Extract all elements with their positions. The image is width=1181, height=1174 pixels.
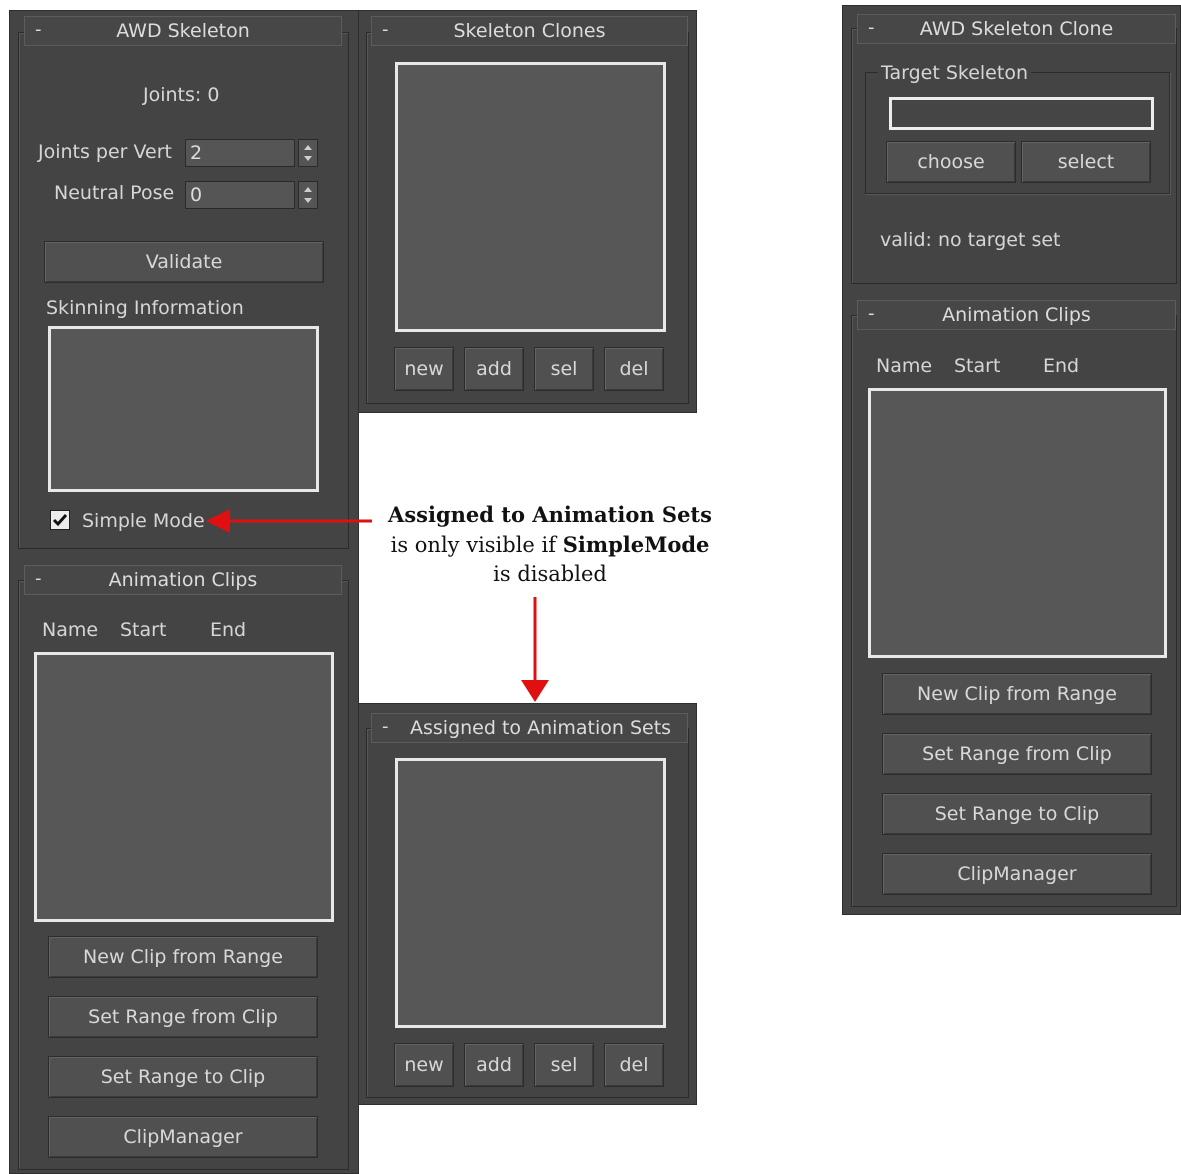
checkmark-icon bbox=[52, 514, 68, 527]
rollout-title: Skeleton Clones bbox=[453, 20, 606, 42]
assigned-sets-title-bar[interactable]: - Assigned to Animation Sets bbox=[371, 713, 688, 743]
collapse-icon[interactable]: - bbox=[868, 300, 875, 328]
annotation-line-1: Assigned to Animation Sets bbox=[388, 502, 712, 527]
target-skeleton-input[interactable] bbox=[889, 97, 1154, 130]
clip-manager-button[interactable]: ClipManager bbox=[882, 853, 1152, 895]
column-name: Name bbox=[42, 619, 99, 641]
neutral-pose-spinner[interactable] bbox=[298, 181, 318, 209]
skeleton-clone-title-bar[interactable]: - AWD Skeleton Clone bbox=[857, 14, 1176, 44]
spinner-up-icon[interactable] bbox=[304, 145, 312, 150]
awd-skeleton-title-bar[interactable]: - AWD Skeleton bbox=[24, 16, 342, 46]
skeleton-clones-add-button[interactable]: add bbox=[464, 347, 524, 391]
target-skeleton-label: Target Skeleton bbox=[878, 62, 1031, 84]
animation-clips-title-bar-left[interactable]: - Animation Clips bbox=[24, 565, 342, 595]
assigned-sets-add-button[interactable]: add bbox=[464, 1043, 524, 1087]
collapse-icon[interactable]: - bbox=[35, 565, 42, 593]
joints-per-vert-label: Joints per Vert bbox=[38, 141, 173, 163]
collapse-icon[interactable]: - bbox=[382, 16, 389, 44]
skeleton-clones-sel-button[interactable]: sel bbox=[534, 347, 594, 391]
valid-status-text: valid: no target set bbox=[880, 229, 1061, 251]
arrow-down-head bbox=[521, 680, 549, 702]
validate-button[interactable]: Validate bbox=[44, 241, 324, 283]
collapse-icon[interactable]: - bbox=[382, 713, 389, 741]
neutral-pose-input[interactable]: 0 bbox=[185, 181, 295, 209]
skinning-information-list[interactable] bbox=[48, 326, 319, 492]
assigned-sets-new-button[interactable]: new bbox=[394, 1043, 454, 1087]
assigned-sets-sel-button[interactable]: sel bbox=[534, 1043, 594, 1087]
set-range-from-clip-button[interactable]: Set Range from Clip bbox=[48, 996, 318, 1038]
rollout-title: Assigned to Animation Sets bbox=[410, 717, 672, 739]
annotation-line-2: is only visible if SimpleMode bbox=[390, 532, 710, 557]
spinner-down-icon[interactable] bbox=[304, 198, 312, 203]
column-name: Name bbox=[876, 355, 933, 377]
new-clip-from-range-button[interactable]: New Clip from Range bbox=[48, 936, 318, 978]
annotation-line-3: is disabled bbox=[493, 562, 607, 586]
column-end: End bbox=[210, 619, 247, 641]
skeleton-clones-list[interactable] bbox=[395, 62, 666, 332]
joints-per-vert-input[interactable]: 2 bbox=[185, 139, 295, 167]
collapse-icon[interactable]: - bbox=[868, 14, 875, 42]
neutral-pose-label: Neutral Pose bbox=[54, 182, 175, 204]
assigned-sets-list[interactable] bbox=[395, 758, 666, 1028]
set-range-to-clip-button[interactable]: Set Range to Clip bbox=[882, 793, 1152, 835]
spinner-down-icon[interactable] bbox=[304, 156, 312, 161]
simple-mode-label: Simple Mode bbox=[82, 510, 205, 532]
rollout-title: AWD Skeleton bbox=[116, 20, 250, 42]
animation-clips-list-left[interactable] bbox=[34, 652, 334, 922]
joints-per-vert-spinner[interactable] bbox=[298, 139, 318, 167]
annotation-text: Assigned to Animation Sets is only visib… bbox=[375, 500, 725, 589]
joints-count: Joints: 0 bbox=[143, 84, 220, 106]
clip-manager-button[interactable]: ClipManager bbox=[48, 1116, 318, 1158]
assigned-sets-del-button[interactable]: del bbox=[604, 1043, 664, 1087]
new-clip-from-range-button[interactable]: New Clip from Range bbox=[882, 673, 1152, 715]
rollout-title: AWD Skeleton Clone bbox=[919, 18, 1114, 40]
rollout-title: Animation Clips bbox=[942, 304, 1091, 326]
skeleton-clones-del-button[interactable]: del bbox=[604, 347, 664, 391]
skeleton-clones-title-bar[interactable]: - Skeleton Clones bbox=[371, 16, 688, 46]
skinning-information-label: Skinning Information bbox=[46, 297, 244, 319]
animation-clips-list-right[interactable] bbox=[868, 388, 1167, 658]
skeleton-clones-new-button[interactable]: new bbox=[394, 347, 454, 391]
rollout-title: Animation Clips bbox=[108, 569, 258, 591]
set-range-to-clip-button[interactable]: Set Range to Clip bbox=[48, 1056, 318, 1098]
set-range-from-clip-button[interactable]: Set Range from Clip bbox=[882, 733, 1152, 775]
choose-button[interactable]: choose bbox=[886, 141, 1016, 183]
column-end: End bbox=[1043, 355, 1080, 377]
select-button[interactable]: select bbox=[1021, 141, 1151, 183]
column-start: Start bbox=[120, 619, 167, 641]
column-start: Start bbox=[954, 355, 1001, 377]
collapse-icon[interactable]: - bbox=[35, 16, 42, 44]
simple-mode-checkbox[interactable] bbox=[50, 510, 70, 530]
animation-clips-title-bar-right[interactable]: - Animation Clips bbox=[857, 300, 1176, 330]
spinner-up-icon[interactable] bbox=[304, 187, 312, 192]
